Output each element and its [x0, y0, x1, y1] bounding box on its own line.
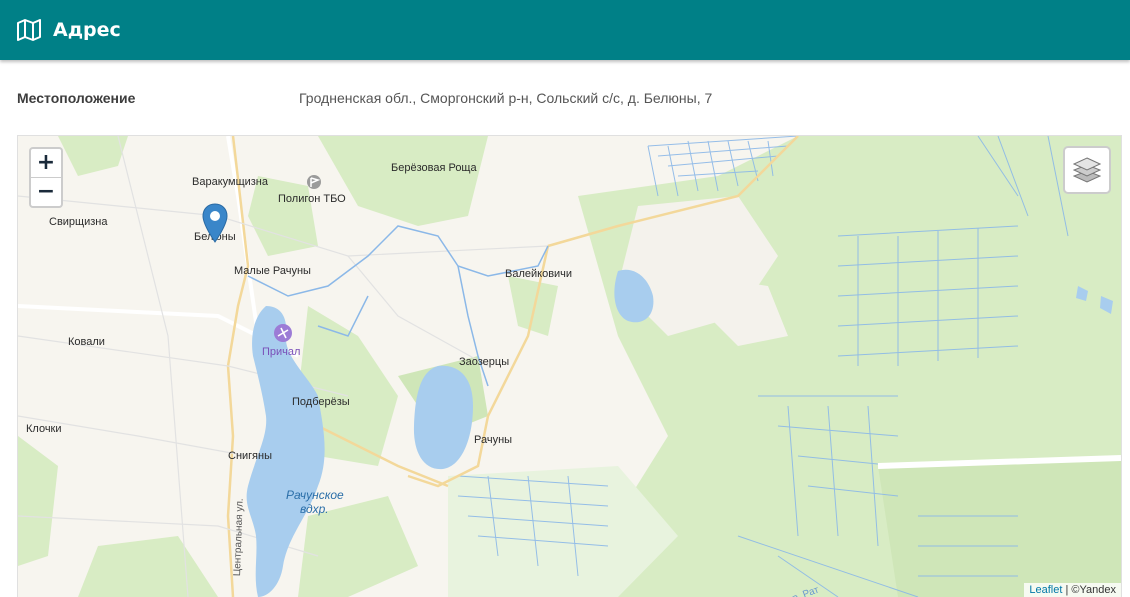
map-icon — [17, 19, 41, 41]
leaflet-link[interactable]: Leaflet — [1029, 584, 1062, 596]
location-label: Местоположение — [17, 90, 136, 106]
location-marker-icon[interactable] — [202, 203, 228, 243]
page-title: Адрес — [53, 19, 121, 41]
place-label: Рачуны — [474, 434, 513, 446]
place-label: Снигяны — [228, 450, 272, 462]
map-tiles[interactable] — [18, 136, 1121, 597]
attribution-text: | ©Yandex — [1065, 584, 1116, 596]
water-label: Рачунское — [286, 488, 344, 502]
poi-label: Причал — [262, 346, 301, 358]
place-label: Свирщизна — [49, 216, 108, 228]
zoom-control: + − — [29, 147, 63, 208]
location-field: Местоположение Гродненская обл., Сморгон… — [17, 90, 1130, 110]
place-label: Варакумщизна — [192, 176, 268, 188]
map-attribution: Leaflet | ©Yandex — [1024, 583, 1121, 597]
place-label: Ковали — [68, 336, 105, 348]
map-view[interactable]: Варакумщизна Полигон ТБО Берёзовая Роща … — [17, 135, 1122, 597]
place-label: Клочки — [26, 423, 62, 435]
place-label: Малые Рачуны — [234, 265, 311, 277]
zoom-out-button[interactable]: − — [31, 178, 61, 206]
layers-icon — [1073, 157, 1101, 183]
app-header: Адрес — [0, 0, 1130, 60]
place-label: Валейковичи — [505, 268, 573, 280]
zoom-in-button[interactable]: + — [31, 149, 61, 178]
layers-button[interactable] — [1063, 146, 1111, 194]
water-label: вдхр. — [300, 502, 329, 516]
location-value: Гродненская обл., Сморгонский р-н, Сольс… — [299, 90, 713, 106]
place-label: Полигон ТБО — [278, 193, 346, 205]
place-label: Берёзовая Роща — [391, 162, 477, 174]
place-label: Заозерцы — [459, 356, 510, 368]
place-label: Подберёзы — [292, 396, 350, 408]
